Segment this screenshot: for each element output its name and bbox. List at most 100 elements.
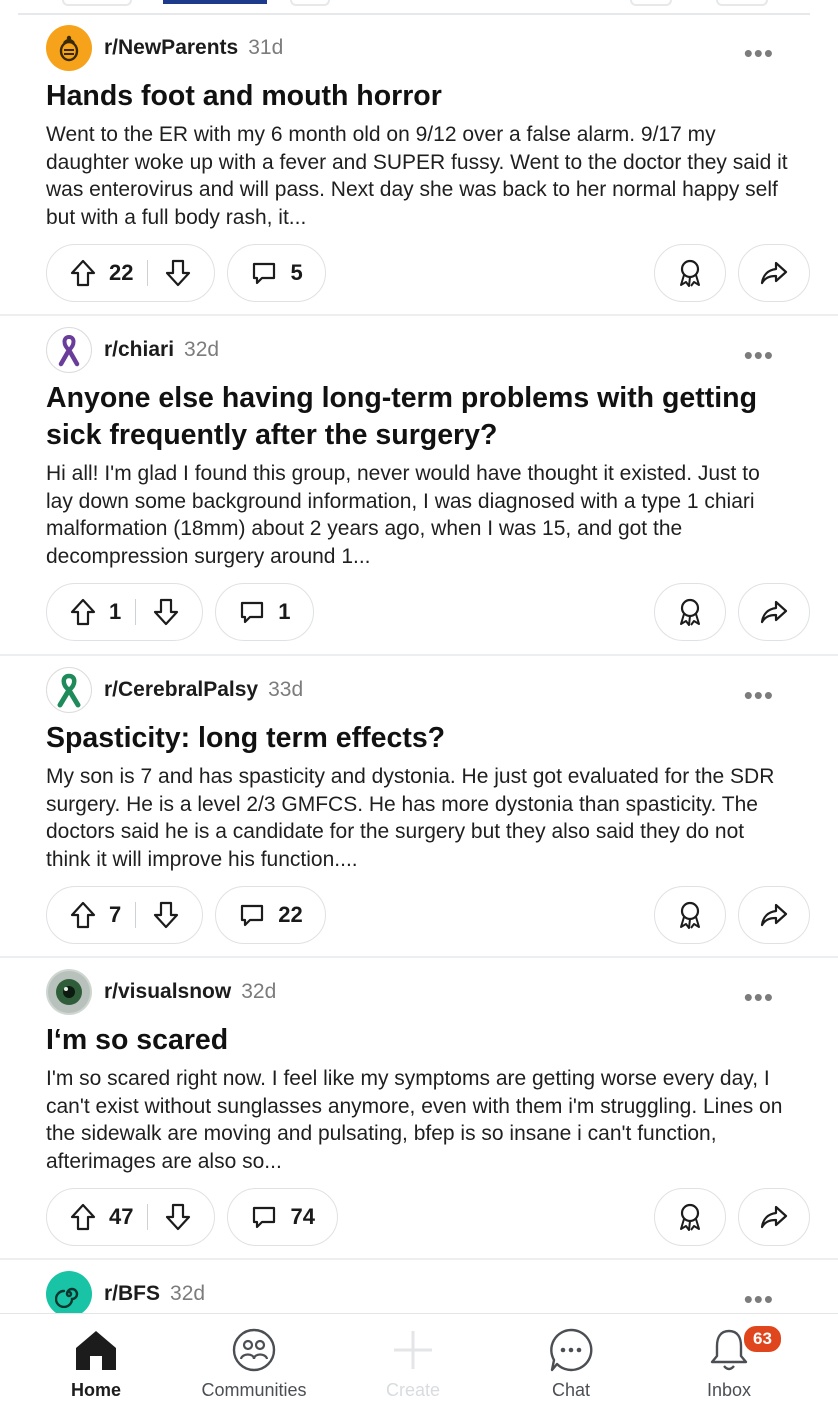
award-button[interactable]	[654, 583, 726, 641]
subreddit-avatar[interactable]	[46, 25, 92, 71]
comment-icon	[250, 1203, 278, 1231]
post-body[interactable]: Went to the ER with my 6 month old on 9/…	[46, 121, 791, 231]
post-age: 32d	[241, 980, 277, 1003]
post-header: r/CerebralPalsy 33d	[46, 667, 810, 713]
post-title[interactable]: Spasticity: long term effects?	[46, 720, 786, 757]
nav-label: Chat	[551, 1380, 591, 1400]
subreddit-name[interactable]: r/chiari	[104, 338, 174, 362]
comments-button[interactable]: 22	[215, 886, 326, 944]
post-title[interactable]: Anyone else having long-term problems wi…	[46, 380, 786, 454]
vote-control: 47	[46, 1188, 216, 1246]
award-icon	[680, 1203, 700, 1231]
bottom-nav: Home Communities Create Chat Inbox 63	[0, 1313, 838, 1404]
share-button[interactable]	[738, 1188, 810, 1246]
more-options-icon[interactable]: •••	[744, 682, 774, 708]
comment-icon	[250, 259, 278, 287]
subreddit-avatar[interactable]	[46, 327, 92, 373]
upvote-icon[interactable]	[69, 597, 97, 627]
communities-icon	[232, 1328, 276, 1372]
post-title[interactable]: Hands foot and mouth horror	[46, 78, 786, 115]
post-actions: 47 74	[46, 1187, 810, 1247]
upvote-icon[interactable]	[69, 900, 97, 930]
tab-edge	[716, 0, 768, 6]
post-age: 33d	[268, 678, 304, 701]
post-actions: 22 5	[46, 243, 810, 303]
vote-count: 1	[109, 599, 122, 624]
award-button[interactable]	[654, 886, 726, 944]
share-button[interactable]	[738, 244, 810, 302]
post-card[interactable]: r/chiari 32d ••• Anyone else having long…	[0, 316, 838, 656]
nav-home[interactable]: Home	[21, 1314, 171, 1404]
more-options-icon[interactable]: •••	[744, 342, 774, 368]
award-icon	[680, 598, 700, 626]
more-options-icon[interactable]: •••	[744, 984, 774, 1010]
post-header: r/chiari 32d	[46, 327, 810, 373]
tab-edge	[62, 0, 132, 6]
awareness-ribbon-icon	[58, 334, 80, 367]
post-age: 31d	[248, 36, 284, 59]
post-title[interactable]: I‘m so scared	[46, 1022, 786, 1059]
plus-icon	[394, 1331, 432, 1369]
divider	[135, 599, 137, 625]
post-card[interactable]: r/NewParents 31d ••• Hands foot and mout…	[0, 14, 838, 316]
nav-chat[interactable]: Chat	[496, 1314, 646, 1404]
post-header: r/visualsnow 32d	[46, 969, 810, 1015]
award-icon	[680, 901, 700, 929]
post-card[interactable]: r/CerebralPalsy 33d ••• Spasticity: long…	[0, 656, 838, 958]
upvote-icon[interactable]	[69, 1202, 97, 1232]
upvote-icon[interactable]	[69, 258, 97, 288]
tab-edge	[630, 0, 672, 6]
comments-button[interactable]: 1	[215, 583, 314, 641]
comment-icon	[238, 598, 266, 626]
nav-create[interactable]: Create	[338, 1314, 488, 1404]
post-actions: 1 1	[46, 582, 810, 642]
more-options-icon[interactable]: •••	[744, 40, 774, 66]
share-button[interactable]	[738, 886, 810, 944]
share-icon	[760, 261, 788, 285]
nav-inbox[interactable]: Inbox 63	[654, 1314, 804, 1404]
post-card[interactable]: r/BFS 32d •••	[0, 1260, 838, 1320]
divider	[147, 260, 149, 286]
inbox-badge: 63	[742, 1324, 783, 1354]
subreddit-avatar[interactable]	[46, 1271, 92, 1317]
share-icon	[760, 600, 788, 624]
award-button[interactable]	[654, 244, 726, 302]
award-button[interactable]	[654, 1188, 726, 1246]
subreddit-avatar[interactable]	[46, 969, 92, 1015]
share-button[interactable]	[738, 583, 810, 641]
post-header: r/BFS 32d	[46, 1271, 810, 1317]
downvote-icon[interactable]	[152, 597, 180, 627]
subreddit-name[interactable]: r/visualsnow	[104, 980, 231, 1004]
subreddit-avatar[interactable]	[46, 667, 92, 713]
divider	[147, 1204, 149, 1230]
post-body[interactable]: My son is 7 and has spasticity and dysto…	[46, 763, 791, 873]
nav-label: Home	[70, 1380, 121, 1400]
tab-edge	[290, 0, 330, 6]
downvote-icon[interactable]	[164, 1202, 192, 1232]
awareness-ribbon-icon	[57, 673, 81, 708]
comment-count: 5	[290, 260, 303, 285]
comments-button[interactable]: 74	[227, 1188, 338, 1246]
comments-button[interactable]: 5	[227, 244, 326, 302]
downvote-icon[interactable]	[152, 900, 180, 930]
feed: r/NewParents 31d ••• Hands foot and mout…	[0, 14, 838, 1320]
eye-icon	[48, 971, 90, 1013]
downvote-icon[interactable]	[164, 258, 192, 288]
comment-count: 1	[278, 599, 291, 624]
award-icon	[680, 259, 700, 287]
comment-count: 22	[278, 902, 303, 927]
post-header: r/NewParents 31d	[46, 25, 810, 71]
nav-communities[interactable]: Communities	[179, 1314, 329, 1404]
vote-count: 22	[109, 260, 134, 285]
nav-label: Communities	[201, 1380, 307, 1400]
active-tab-indicator	[163, 0, 267, 4]
comment-icon	[238, 901, 266, 929]
post-body[interactable]: Hi all! I'm glad I found this group, nev…	[46, 460, 791, 570]
post-body[interactable]: I'm so scared right now. I feel like my …	[46, 1065, 791, 1175]
subreddit-name[interactable]: r/BFS	[104, 1282, 160, 1306]
subreddit-name[interactable]: r/NewParents	[104, 36, 238, 60]
post-card[interactable]: r/visualsnow 32d ••• I‘m so scared I'm s…	[0, 958, 838, 1260]
baby-bottle-icon	[59, 35, 79, 62]
more-options-icon[interactable]: •••	[744, 1286, 774, 1312]
subreddit-name[interactable]: r/CerebralPalsy	[104, 678, 258, 702]
